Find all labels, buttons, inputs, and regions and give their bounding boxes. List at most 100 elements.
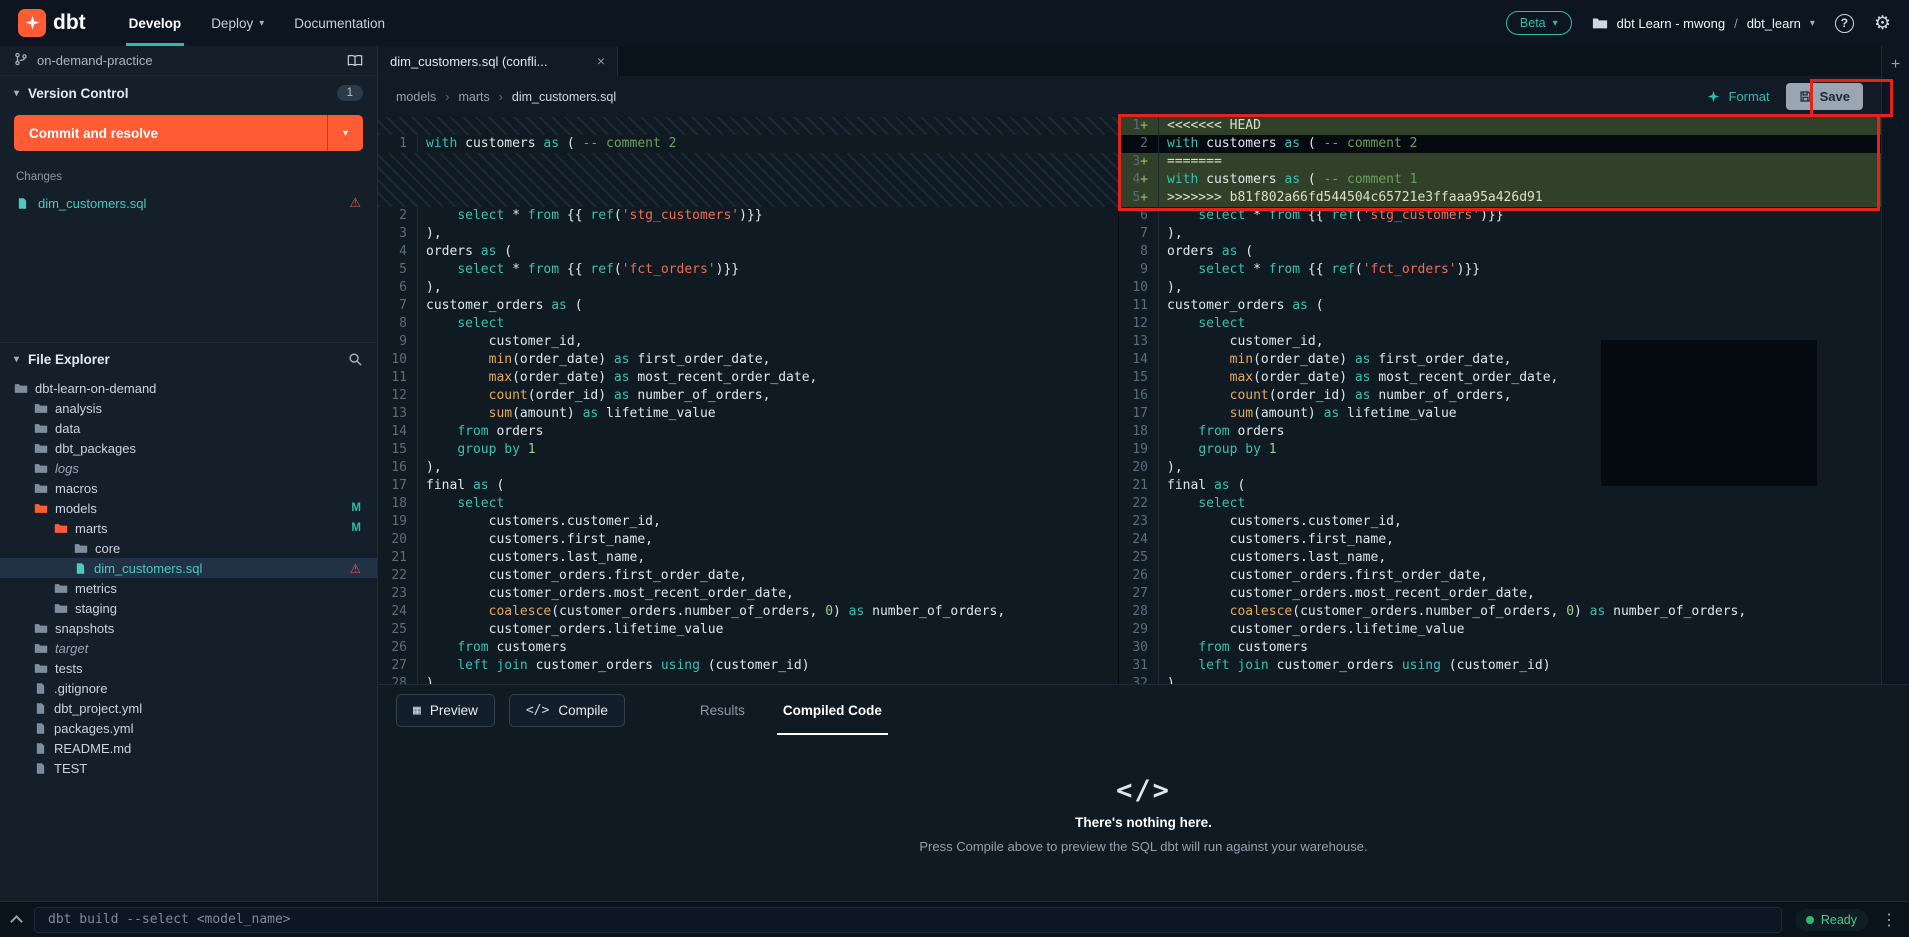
code-line: 5 select * from {{ ref('fct_orders')}} bbox=[378, 261, 1118, 279]
tree-item-analysis[interactable]: analysis bbox=[0, 398, 377, 418]
account-switcher[interactable]: dbt Learn - mwong / dbt_learn ▾ bbox=[1592, 16, 1815, 31]
folder-icon bbox=[34, 501, 48, 515]
tab-compiled-code[interactable]: Compiled Code bbox=[764, 685, 901, 735]
tree-item-packages-yml[interactable]: packages.yml bbox=[0, 718, 377, 738]
docs-book-icon[interactable] bbox=[347, 54, 363, 67]
code-line: 10 min(order_date) as first_order_date, bbox=[378, 351, 1118, 369]
sidebar: on-demand-practice ▾ Version Control 1 C… bbox=[0, 46, 378, 901]
changes-label: Changes bbox=[0, 163, 377, 190]
tree-item-test[interactable]: TEST bbox=[0, 758, 377, 778]
breadcrumb-separator-icon: › bbox=[445, 90, 449, 104]
code-line: 18 from orders bbox=[1119, 423, 1881, 441]
tree-item-label: dbt-learn-on-demand bbox=[35, 381, 156, 396]
code-line: 29 customer_orders.lifetime_value bbox=[1119, 621, 1881, 639]
command-input[interactable]: dbt build --select <model_name> bbox=[34, 907, 1782, 933]
results-tabs: Results Compiled Code bbox=[681, 685, 901, 735]
tree-item-label: dim_customers.sql bbox=[94, 561, 202, 576]
tree-item-label: staging bbox=[75, 601, 117, 616]
tree-item-staging[interactable]: staging bbox=[0, 598, 377, 618]
breadcrumb-file[interactable]: dim_customers.sql bbox=[512, 90, 616, 104]
code-line: 12 count(order_id) as number_of_orders, bbox=[378, 387, 1118, 405]
breadcrumb-marts[interactable]: marts bbox=[458, 90, 489, 104]
tree-item-target[interactable]: target bbox=[0, 638, 377, 658]
save-button[interactable]: Save bbox=[1786, 83, 1863, 110]
tree-item-label: marts bbox=[75, 521, 108, 536]
tab-dim-customers[interactable]: dim_customers.sql (confli... × bbox=[378, 46, 618, 76]
file-explorer-title: File Explorer bbox=[28, 352, 110, 367]
gear-icon[interactable]: ⚙ bbox=[1874, 12, 1891, 35]
tree-item-data[interactable]: data bbox=[0, 418, 377, 438]
code-line: 3+======= bbox=[1119, 153, 1881, 171]
tree-item-macros[interactable]: macros bbox=[0, 478, 377, 498]
version-control-header[interactable]: ▾ Version Control 1 bbox=[0, 76, 377, 110]
tree-item-label: README.md bbox=[54, 741, 131, 756]
chevron-down-icon: ▾ bbox=[14, 354, 19, 365]
tree-item-marts[interactable]: martsM bbox=[0, 518, 377, 538]
code-line: 24 customers.first_name, bbox=[1119, 531, 1881, 549]
kebab-menu-icon[interactable]: ⋮ bbox=[1881, 910, 1897, 930]
editor-pane-right[interactable]: 1+<<<<<<< HEAD2with customers as ( -- co… bbox=[1118, 117, 1881, 684]
code-line: 25 customer_orders.lifetime_value bbox=[378, 621, 1118, 639]
breadcrumb-models[interactable]: models bbox=[396, 90, 436, 104]
tree-item-core[interactable]: core bbox=[0, 538, 377, 558]
tree-item-snapshots[interactable]: snapshots bbox=[0, 618, 377, 638]
code-line: 1+<<<<<<< HEAD bbox=[1119, 117, 1881, 135]
tree-item-tests[interactable]: tests bbox=[0, 658, 377, 678]
conflict-warning-icon: ⚠ bbox=[349, 195, 361, 211]
search-icon[interactable] bbox=[348, 352, 363, 367]
preview-button[interactable]: ▦ Preview bbox=[396, 694, 495, 727]
folder-icon bbox=[1592, 16, 1608, 30]
editor-tab-bar: dim_customers.sql (confli... × bbox=[378, 46, 1881, 76]
commit-and-resolve-button[interactable]: Commit and resolve bbox=[14, 115, 327, 151]
tree-item-dim-customers-sql[interactable]: dim_customers.sql⚠ bbox=[0, 558, 377, 578]
breadcrumb-separator-icon: › bbox=[499, 90, 503, 104]
code-line: 7), bbox=[1119, 225, 1881, 243]
nav-item-develop[interactable]: Develop bbox=[114, 0, 197, 46]
folder-icon bbox=[54, 581, 68, 595]
main-area: dim_customers.sql (confli... × models › … bbox=[378, 46, 1909, 901]
dbt-logo-icon[interactable] bbox=[18, 9, 46, 37]
version-control-title: Version Control bbox=[28, 86, 129, 101]
format-button[interactable]: Format bbox=[1707, 89, 1769, 104]
status-dot-icon bbox=[1806, 916, 1814, 924]
tab-title: dim_customers.sql (confli... bbox=[390, 54, 548, 69]
tree-item-dbt-packages[interactable]: dbt_packages bbox=[0, 438, 377, 458]
code-line: 19 group by 1 bbox=[1119, 441, 1881, 459]
tree-item-readme-md[interactable]: README.md bbox=[0, 738, 377, 758]
file-icon bbox=[34, 702, 47, 715]
code-line: 15 group by 1 bbox=[378, 441, 1118, 459]
breadcrumb-bar: models › marts › dim_customers.sql Forma… bbox=[378, 76, 1881, 117]
beta-badge[interactable]: Beta▾ bbox=[1506, 11, 1572, 35]
file-explorer-header[interactable]: ▾ File Explorer bbox=[0, 342, 377, 376]
tree-item-logs[interactable]: logs bbox=[0, 458, 377, 478]
commit-options-caret[interactable]: ▾ bbox=[327, 115, 363, 151]
nav-item-documentation[interactable]: Documentation bbox=[279, 0, 400, 46]
tree-item-dbt-learn-on-demand[interactable]: dbt-learn-on-demand bbox=[0, 378, 377, 398]
tree-item--gitignore[interactable]: .gitignore bbox=[0, 678, 377, 698]
nav-item-deploy[interactable]: Deploy▾ bbox=[196, 0, 279, 46]
folder-icon bbox=[54, 601, 68, 615]
tree-item-label: data bbox=[55, 421, 80, 436]
compile-button[interactable]: </> Compile bbox=[509, 694, 625, 727]
account-name: dbt Learn - mwong bbox=[1617, 16, 1725, 31]
code-line: 16), bbox=[378, 459, 1118, 477]
tree-item-label: TEST bbox=[54, 761, 87, 776]
expand-panel-icon[interactable] bbox=[10, 915, 23, 928]
modified-badge: M bbox=[351, 502, 361, 514]
close-icon[interactable]: × bbox=[597, 53, 605, 69]
editor-pane-left[interactable]: 1with customers as ( -- comment 22 selec… bbox=[378, 117, 1118, 684]
code-line: 26 customer_orders.first_order_date, bbox=[1119, 567, 1881, 585]
tree-item-metrics[interactable]: metrics bbox=[0, 578, 377, 598]
tree-item-models[interactable]: modelsM bbox=[0, 498, 377, 518]
code-editor: 1with customers as ( -- comment 22 selec… bbox=[378, 117, 1881, 684]
help-icon[interactable]: ? bbox=[1835, 14, 1854, 33]
changed-file-dim-customers[interactable]: dim_customers.sql ⚠ bbox=[0, 190, 377, 216]
git-branch-selector[interactable]: on-demand-practice bbox=[0, 46, 377, 76]
tree-item-label: dbt_project.yml bbox=[54, 701, 142, 716]
tab-results[interactable]: Results bbox=[681, 685, 764, 735]
git-branch-icon bbox=[14, 52, 28, 69]
add-panel-icon[interactable]: + bbox=[1891, 56, 1900, 74]
tree-item-label: snapshots bbox=[55, 621, 114, 636]
code-line: 31 left join customer_orders using (cust… bbox=[1119, 657, 1881, 675]
tree-item-dbt-project-yml[interactable]: dbt_project.yml bbox=[0, 698, 377, 718]
